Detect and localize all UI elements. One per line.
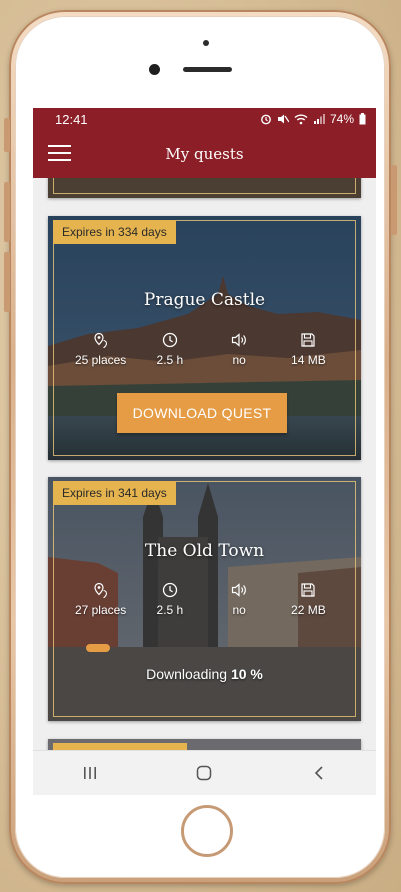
stat-duration: 2.5 h: [139, 332, 201, 367]
stat-places: 27 places: [70, 582, 132, 617]
places-count: 27 places: [74, 603, 127, 617]
expiry-badge: Expires in 334 days: [53, 220, 176, 244]
system-nav-bar: [33, 750, 376, 795]
speaker-icon: [232, 333, 246, 347]
audio-value: no: [232, 603, 246, 617]
recent-apps-icon: [84, 767, 97, 779]
stat-duration: 2.5 h: [139, 582, 201, 617]
speaker-icon: [232, 583, 246, 597]
front-camera: [149, 64, 160, 75]
stat-size: 14 MB: [277, 332, 339, 367]
size-value: 22 MB: [291, 603, 326, 617]
download-quest-button[interactable]: DOWNLOAD QUEST: [117, 393, 287, 433]
status-bar: 12:41 74%: [33, 108, 376, 130]
quest-card[interactable]: Expires in 334 days Prague Castle 25 pla…: [48, 216, 361, 460]
signal-icon: [313, 114, 325, 124]
stat-audio: no: [208, 582, 270, 617]
mute-icon: [277, 114, 289, 124]
back-nav-button[interactable]: [299, 758, 339, 788]
stat-size: 22 MB: [277, 582, 339, 617]
quest-card[interactable]: Expires in 341 days The Old Town 27 plac…: [48, 477, 361, 721]
back-icon: [314, 766, 323, 780]
quest-card-partial[interactable]: [48, 178, 361, 198]
size-value: 14 MB: [291, 353, 326, 367]
clock-icon: [162, 582, 178, 598]
alarm-icon: [261, 114, 271, 125]
quest-stats: 25 places 2.5 h no 14 MB: [48, 332, 361, 367]
stat-audio: no: [208, 332, 270, 367]
floppy-disk-icon: [301, 583, 315, 597]
battery-percent: 74%: [329, 112, 354, 126]
duration-value: 2.5 h: [156, 603, 184, 617]
duration-value: 2.5 h: [156, 353, 184, 367]
proximity-sensor: [203, 40, 209, 46]
floppy-disk-icon: [301, 333, 315, 347]
expiry-badge: Expires in 341 days: [53, 481, 176, 505]
clock-icon: [162, 332, 178, 348]
volume-down-button: [4, 252, 10, 312]
volume-up-button: [4, 182, 10, 242]
quest-card-image: [48, 178, 361, 198]
stat-places: 25 places: [70, 332, 132, 367]
home-icon: [197, 765, 212, 781]
download-percent: 10 %: [230, 666, 263, 682]
status-time: 12:41: [55, 111, 88, 127]
quest-list[interactable]: Expires in 334 days Prague Castle 25 pla…: [33, 178, 376, 751]
audio-value: no: [232, 353, 246, 367]
download-status: Downloading 10 %: [48, 666, 361, 682]
home-button[interactable]: [181, 805, 233, 857]
places-icon: [94, 582, 107, 598]
download-progress-bar: [86, 644, 324, 652]
screen: 12:41 74% My quests Expires in 334 days …: [33, 108, 376, 795]
recent-apps-button[interactable]: [70, 758, 110, 788]
places-icon: [94, 332, 107, 348]
download-progress-fill: [86, 644, 110, 652]
page-title: My quests: [165, 145, 244, 163]
home-nav-button[interactable]: [184, 758, 224, 788]
quest-title: The Old Town: [144, 541, 265, 561]
mute-switch: [4, 118, 10, 152]
battery-icon: [359, 113, 366, 125]
status-icons: 74%: [260, 112, 366, 126]
app-bar: My quests: [33, 130, 376, 178]
power-button: [391, 165, 397, 235]
quest-title: Prague Castle: [143, 290, 266, 310]
places-count: 25 places: [74, 353, 127, 367]
wifi-icon: [294, 114, 308, 125]
earpiece-speaker: [183, 67, 232, 72]
quest-stats: 27 places 2.5 h no 22 MB: [48, 582, 361, 617]
download-status-label: Downloading: [146, 666, 228, 682]
